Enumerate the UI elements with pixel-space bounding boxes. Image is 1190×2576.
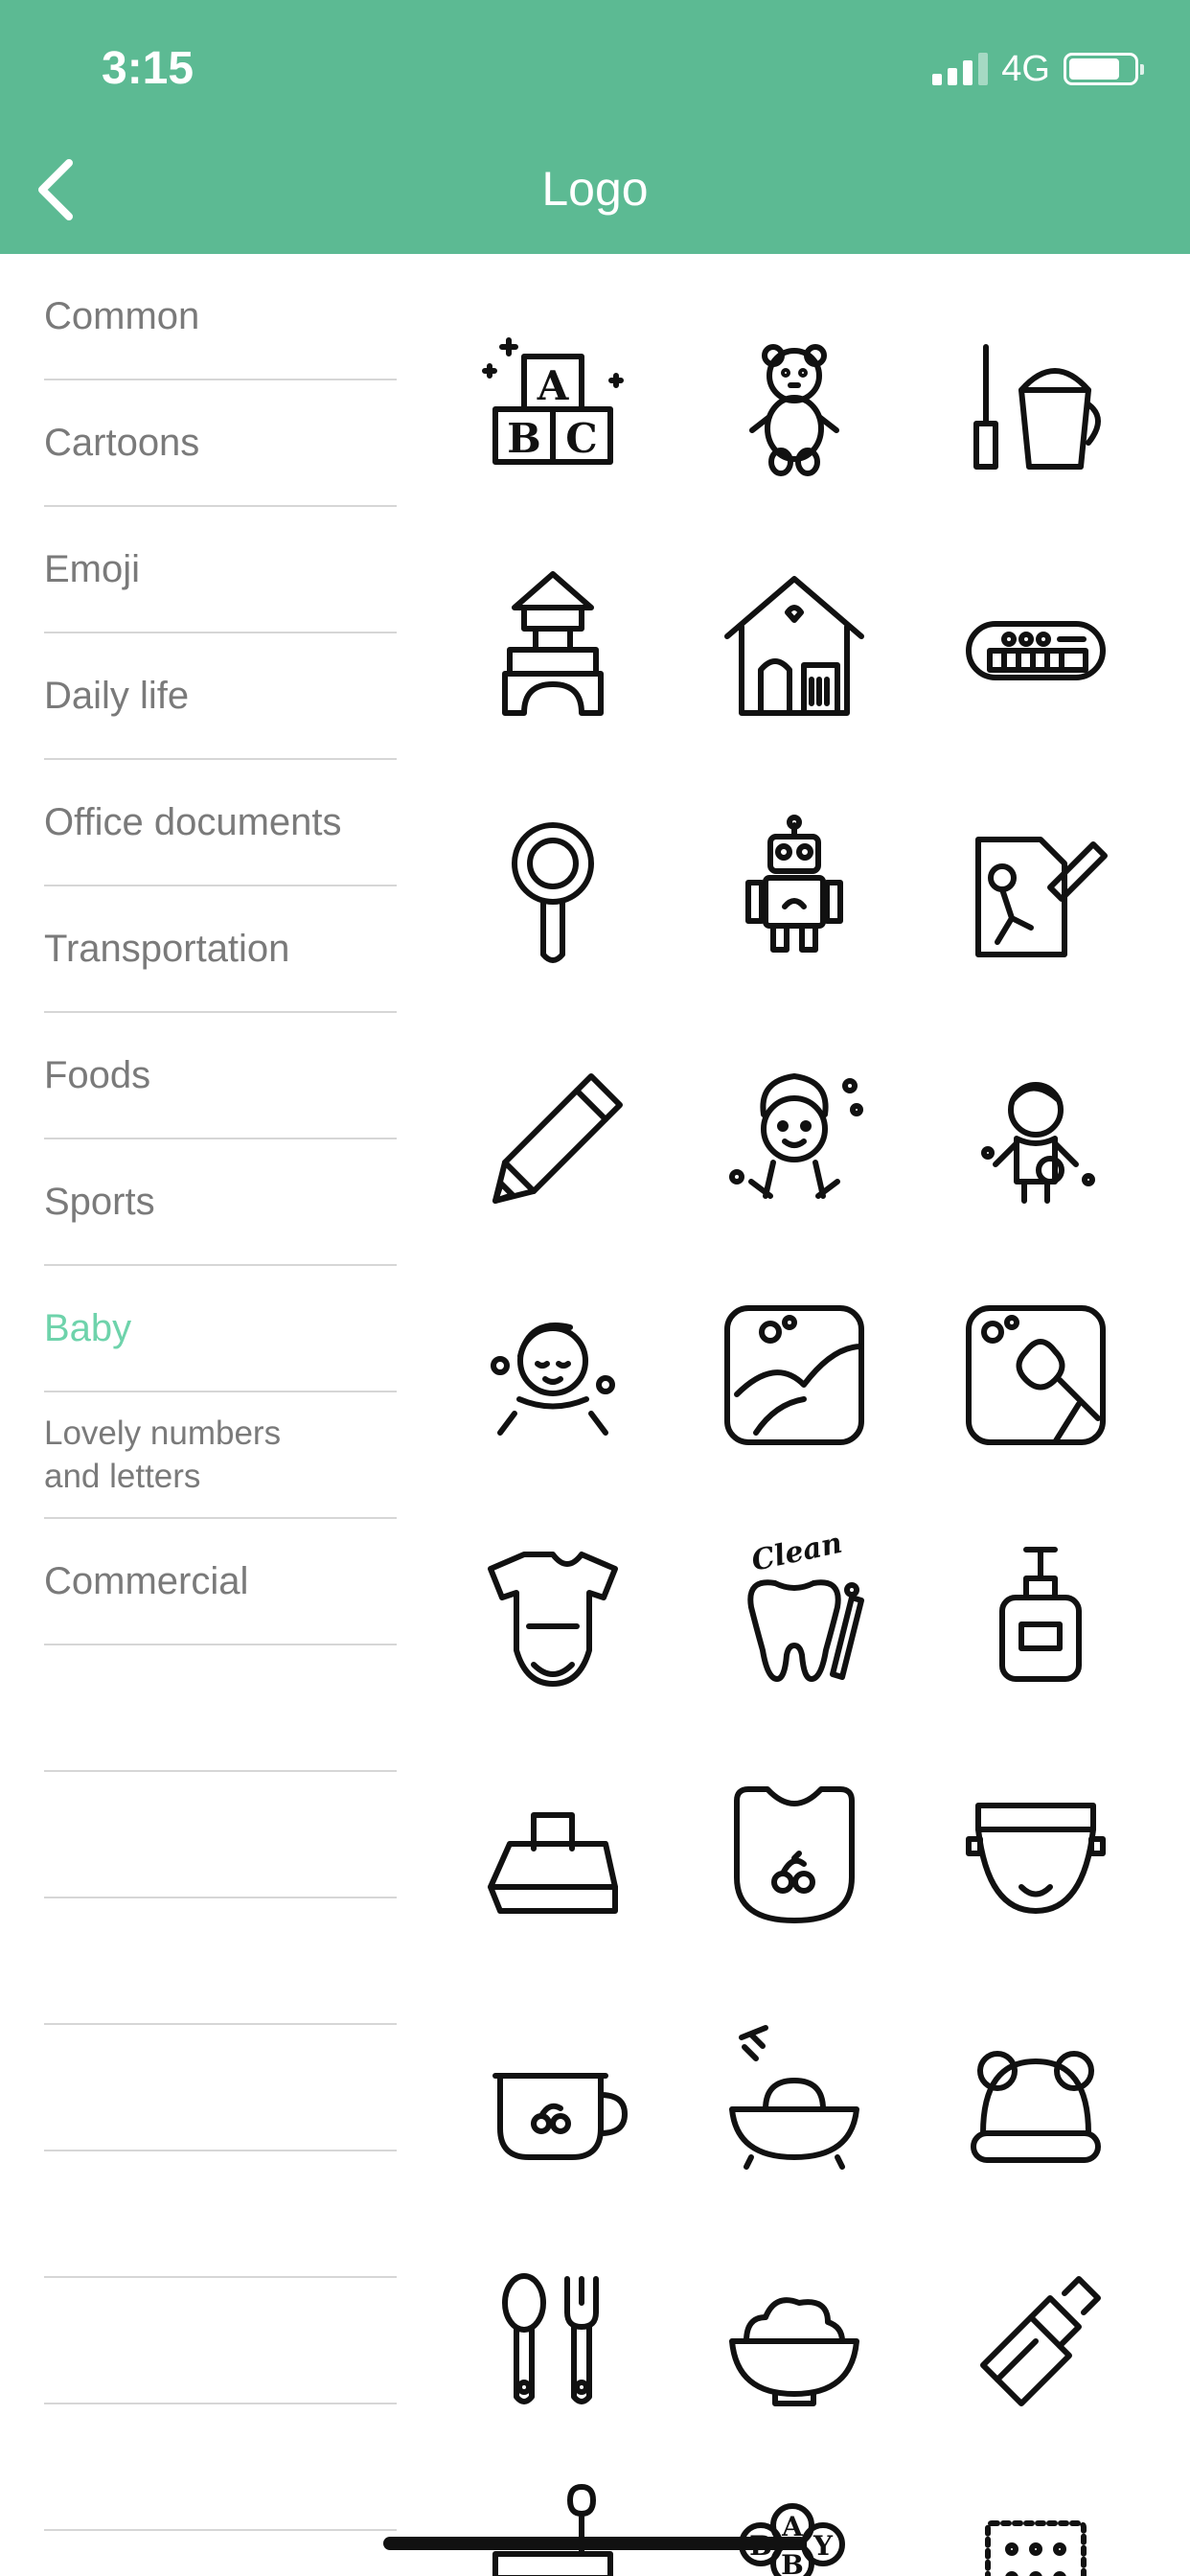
category-item-cartoons[interactable]: Cartoons — [44, 380, 397, 507]
category-label: Cartoons — [44, 421, 200, 464]
status-time: 3:15 — [102, 43, 195, 94]
bathing-child-icon[interactable] — [698, 1038, 890, 1230]
category-label: Emoji — [44, 547, 141, 590]
toy-house-icon[interactable] — [698, 555, 890, 747]
rattle-icon[interactable] — [457, 796, 649, 988]
page-title: Logo — [541, 162, 649, 216]
category-label: Daily life — [44, 674, 190, 717]
toy-castle-icon[interactable] — [457, 555, 649, 747]
lotion-bottle-icon[interactable] — [940, 1521, 1132, 1713]
app-header: 3:15 4G Logo — [0, 0, 1190, 254]
category-item-sports[interactable]: Sports — [44, 1139, 397, 1266]
abc-letter-a: A — [537, 362, 570, 409]
onesie-icon[interactable] — [457, 1521, 649, 1713]
baby-wipes-icon[interactable] — [457, 1762, 649, 1954]
category-item-transportation[interactable]: Transportation — [44, 886, 397, 1013]
category-label: Transportation — [44, 927, 290, 970]
status-indicators: 4G — [932, 46, 1144, 92]
balloon-letter: Y — [812, 2530, 834, 2562]
abc-letter-b: B — [507, 415, 541, 462]
food-bowl-icon[interactable] — [698, 2245, 890, 2437]
bear-hat-icon[interactable] — [940, 2004, 1132, 2196]
category-item-empty — [44, 1772, 397, 1898]
drawing-paper-icon[interactable] — [940, 796, 1132, 988]
icon-grid: A B C Clean A B Y — [422, 254, 1190, 2576]
category-item-lovely-numbers-and-letters[interactable]: Lovely numbers and letters — [44, 1392, 397, 1519]
category-item-baby[interactable]: Baby — [44, 1266, 397, 1392]
toy-piano-icon[interactable] — [940, 555, 1132, 747]
clean-text: Clean — [748, 1527, 845, 1578]
cracker-icon[interactable] — [940, 2458, 1132, 2576]
category-label: Common — [44, 294, 200, 337]
category-item-commercial[interactable]: Commercial — [44, 1519, 397, 1645]
category-label: Lovely numbers and letters — [44, 1414, 282, 1495]
category-label: Foods — [44, 1053, 151, 1096]
home-indicator — [383, 2537, 807, 2550]
category-sidebar: Common Cartoons Emoji Daily life Office … — [0, 254, 402, 2576]
relaxed-baby-icon[interactable] — [457, 1279, 649, 1471]
balloon-letter: B — [781, 2549, 804, 2576]
category-item-empty — [44, 1898, 397, 2025]
baby-bottle-icon[interactable] — [940, 2245, 1132, 2437]
teddy-bear-icon[interactable] — [698, 313, 890, 505]
diaper-icon[interactable] — [940, 1762, 1132, 1954]
category-item-daily-life[interactable]: Daily life — [44, 633, 397, 760]
signal-icon — [932, 53, 989, 85]
robot-icon[interactable] — [698, 796, 890, 988]
category-item-empty — [44, 2025, 397, 2151]
category-label: Commercial — [44, 1559, 249, 1602]
category-item-foods[interactable]: Foods — [44, 1013, 397, 1139]
bathtub-tile-icon[interactable] — [698, 1279, 890, 1471]
scrub-tile-icon[interactable] — [940, 1279, 1132, 1471]
soaping-child-icon[interactable] — [940, 1038, 1132, 1230]
category-label: Baby — [44, 1306, 132, 1349]
category-label: Office documents — [44, 800, 342, 843]
potty-icon[interactable] — [457, 2458, 649, 2576]
category-item-empty — [44, 2151, 397, 2278]
category-item-common[interactable]: Common — [44, 254, 397, 380]
category-item-office-documents[interactable]: Office documents — [44, 760, 397, 886]
network-label: 4G — [1001, 48, 1050, 89]
abc-letter-c: C — [565, 415, 597, 462]
baby-balloons-icon[interactable]: B A B Y — [698, 2458, 890, 2576]
sippy-cup-icon[interactable] — [457, 2004, 649, 2196]
pencil-icon[interactable] — [457, 1038, 649, 1230]
battery-icon — [1064, 53, 1144, 85]
category-item-emoji[interactable]: Emoji — [44, 507, 397, 633]
abc-blocks-icon[interactable]: A B C — [457, 313, 649, 505]
sand-bucket-shovel-icon[interactable] — [940, 313, 1132, 505]
baby-bath-icon[interactable] — [698, 2004, 890, 2196]
spoon-fork-icon[interactable] — [457, 2245, 649, 2437]
bib-icon[interactable] — [698, 1762, 890, 1954]
clean-tooth-icon[interactable]: Clean — [698, 1521, 890, 1713]
category-label: Sports — [44, 1180, 155, 1223]
category-item-empty — [44, 2278, 397, 2404]
category-item-empty — [44, 1645, 397, 1772]
category-item-empty — [44, 2404, 397, 2531]
